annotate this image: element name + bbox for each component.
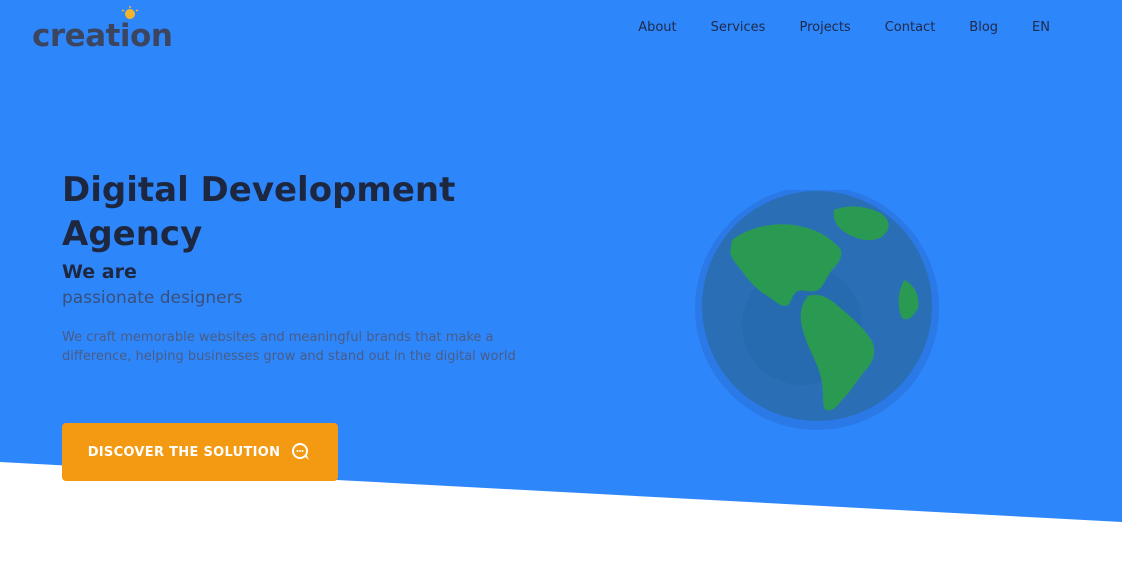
lightbulb-icon	[121, 6, 139, 19]
globe-icon	[695, 190, 939, 430]
hero-description: We craft memorable websites and meaningf…	[62, 330, 516, 364]
nav-link-blog[interactable]: Blog	[969, 20, 998, 35]
hero-text: Digital Development Agency We are passio…	[62, 168, 532, 366]
discover-solution-button[interactable]: DISCOVER THE SOLUTION	[62, 423, 338, 481]
nav-link-services[interactable]: Services	[711, 20, 766, 35]
hero-title: Digital Development Agency	[62, 170, 456, 254]
nav-link-projects[interactable]: Projects	[799, 20, 850, 35]
nav-link-contact[interactable]: Contact	[885, 20, 936, 35]
logo-text: creation	[32, 18, 173, 54]
nav-link-language[interactable]: EN	[1032, 20, 1050, 35]
logo[interactable]: creation	[32, 6, 173, 54]
nav-link-about[interactable]: About	[638, 20, 676, 35]
hero-subtitle: We are	[62, 261, 137, 283]
chat-bubble-icon	[292, 443, 310, 460]
main-nav: About Services Projects Contact Blog EN	[638, 20, 1050, 35]
hero-tagline: passionate designers	[62, 288, 243, 308]
cta-label: DISCOVER THE SOLUTION	[87, 444, 281, 460]
